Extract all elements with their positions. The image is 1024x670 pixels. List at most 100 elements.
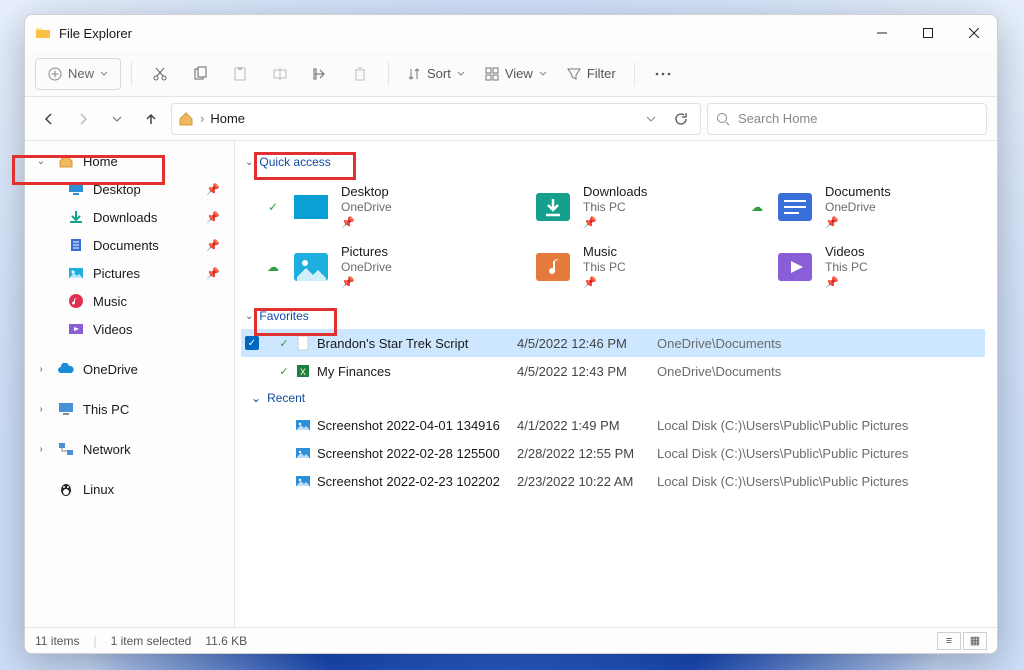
checkbox-icon[interactable]: ✓ [245, 336, 259, 350]
file-name: Brandon's Star Trek Script [317, 336, 517, 351]
chevron-down-icon: ⌄ [245, 311, 253, 322]
sidebar-item-home[interactable]: ⌄ Home [25, 147, 234, 175]
sidebar-item-label: Documents [93, 238, 159, 253]
music-icon [67, 293, 85, 309]
quick-access-location: OneDrive [825, 200, 891, 215]
status-size: 11.6 KB [205, 634, 247, 648]
quick-access-item[interactable]: DownloadsThis PC📌 [507, 181, 741, 233]
sidebar-item-desktop[interactable]: Desktop 📌 [25, 175, 234, 203]
sidebar-item-videos[interactable]: Videos [25, 315, 234, 343]
chevron-right-icon[interactable]: › [33, 404, 49, 415]
filter-button[interactable]: Filter [559, 58, 624, 90]
quick-access-item[interactable]: MusicThis PC📌 [507, 241, 741, 293]
sidebar-item-linux[interactable]: › Linux [25, 475, 234, 503]
file-date: 4/5/2022 12:43 PM [517, 364, 657, 379]
nav-forward-button[interactable] [69, 105, 97, 133]
sidebar-item-onedrive[interactable]: › OneDrive [25, 355, 234, 383]
more-button[interactable] [645, 58, 681, 90]
quick-access-item[interactable]: VideosThis PC📌 [749, 241, 983, 293]
image-file-icon [295, 445, 317, 461]
favorites-header[interactable]: ⌄ Favorites [241, 303, 985, 329]
recent-label: Recent [267, 391, 305, 405]
sort-button[interactable]: Sort [399, 58, 473, 90]
quick-access-name: Pictures [341, 244, 392, 260]
recent-header[interactable]: ⌄ Recent [241, 385, 985, 411]
folder-icon [533, 247, 573, 287]
chevron-down-icon: ⌄ [251, 391, 261, 405]
quick-access-item[interactable]: ☁PicturesOneDrive📌 [265, 241, 499, 293]
documents-icon [67, 237, 85, 253]
address-location: Home [210, 111, 245, 126]
sidebar-item-pictures[interactable]: Pictures 📌 [25, 259, 234, 287]
recent-list: Screenshot 2022-04-01 1349164/1/2022 1:4… [241, 411, 985, 495]
status-bar: 11 items | 1 item selected 11.6 KB ≡ ▦ [25, 627, 997, 653]
delete-button[interactable] [342, 58, 378, 90]
chevron-right-icon[interactable]: › [33, 444, 49, 455]
image-file-icon [295, 473, 317, 489]
favorite-row[interactable]: ✓✓Brandon's Star Trek Script4/5/2022 12:… [241, 329, 985, 357]
address-dropdown[interactable] [640, 114, 662, 124]
folder-icon [533, 187, 573, 227]
favorite-row[interactable]: ✓XMy Finances4/5/2022 12:43 PMOneDrive\D… [241, 357, 985, 385]
sidebar-item-documents[interactable]: Documents 📌 [25, 231, 234, 259]
status-selection: 1 item selected [111, 634, 192, 648]
address-separator: › [200, 111, 204, 126]
thumbnails-view-button[interactable]: ▦ [963, 632, 987, 650]
minimize-button[interactable] [859, 15, 905, 51]
nav-recent-button[interactable] [103, 105, 131, 133]
onedrive-icon [57, 361, 75, 377]
app-folder-icon [35, 25, 51, 41]
sidebar-item-label: Videos [93, 322, 133, 337]
sidebar-item-downloads[interactable]: Downloads 📌 [25, 203, 234, 231]
rename-button[interactable] [262, 58, 298, 90]
quick-access-name: Videos [825, 244, 868, 260]
favorites-label: Favorites [259, 309, 308, 323]
quick-access-header[interactable]: ⌄ Quick access [241, 149, 985, 175]
maximize-button[interactable] [905, 15, 951, 51]
recent-row[interactable]: Screenshot 2022-02-23 1022022/23/2022 10… [241, 467, 985, 495]
sidebar-item-thispc[interactable]: › This PC [25, 395, 234, 423]
chevron-right-icon[interactable]: › [33, 364, 49, 375]
nav-up-button[interactable] [137, 105, 165, 133]
status-item-count: 11 items [35, 634, 79, 648]
chevron-down-icon[interactable]: ⌄ [33, 156, 49, 167]
share-button[interactable] [302, 58, 338, 90]
new-button[interactable]: New [35, 58, 121, 90]
sidebar-item-network[interactable]: › Network [25, 435, 234, 463]
pin-icon: 📌 [825, 277, 868, 291]
nav-back-button[interactable] [35, 105, 63, 133]
navigation-sidebar: ⌄ Home Desktop 📌 Downloads 📌 Documents 📌 [25, 141, 235, 627]
sidebar-onedrive-label: OneDrive [83, 362, 138, 377]
file-name: My Finances [317, 364, 517, 379]
quick-access-name: Music [583, 244, 626, 260]
content-pane: ⌄ Quick access ✓DesktopOneDrive📌Download… [235, 141, 997, 627]
home-icon [178, 111, 194, 127]
file-explorer-window: File Explorer New Sort View [24, 14, 998, 654]
quick-access-location: This PC [583, 260, 626, 275]
recent-row[interactable]: Screenshot 2022-04-01 1349164/1/2022 1:4… [241, 411, 985, 439]
address-bar-row: › Home Search Home [25, 97, 997, 141]
file-date: 2/23/2022 10:22 AM [517, 474, 657, 489]
quick-access-item[interactable]: ☁DocumentsOneDrive📌 [749, 181, 983, 233]
sidebar-item-music[interactable]: Music [25, 287, 234, 315]
recent-row[interactable]: Screenshot 2022-02-28 1255002/28/2022 12… [241, 439, 985, 467]
filter-label: Filter [587, 66, 616, 81]
quick-access-item[interactable]: ✓DesktopOneDrive📌 [265, 181, 499, 233]
pictures-icon [67, 265, 85, 281]
cut-button[interactable] [142, 58, 178, 90]
quick-access-location: This PC [583, 200, 647, 215]
quick-access-location: OneDrive [341, 260, 392, 275]
close-button[interactable] [951, 15, 997, 51]
search-box[interactable]: Search Home [707, 103, 987, 135]
paste-button[interactable] [222, 58, 258, 90]
view-label: View [505, 66, 533, 81]
sidebar-network-label: Network [83, 442, 131, 457]
copy-button[interactable] [182, 58, 218, 90]
refresh-button[interactable] [668, 112, 694, 126]
file-name: Screenshot 2022-02-23 102202 [317, 474, 517, 489]
address-box[interactable]: › Home [171, 103, 701, 135]
details-view-button[interactable]: ≡ [937, 632, 961, 650]
view-button[interactable]: View [477, 58, 555, 90]
file-path: Local Disk (C:)\Users\Public\Public Pict… [657, 446, 985, 461]
pc-icon [57, 401, 75, 417]
